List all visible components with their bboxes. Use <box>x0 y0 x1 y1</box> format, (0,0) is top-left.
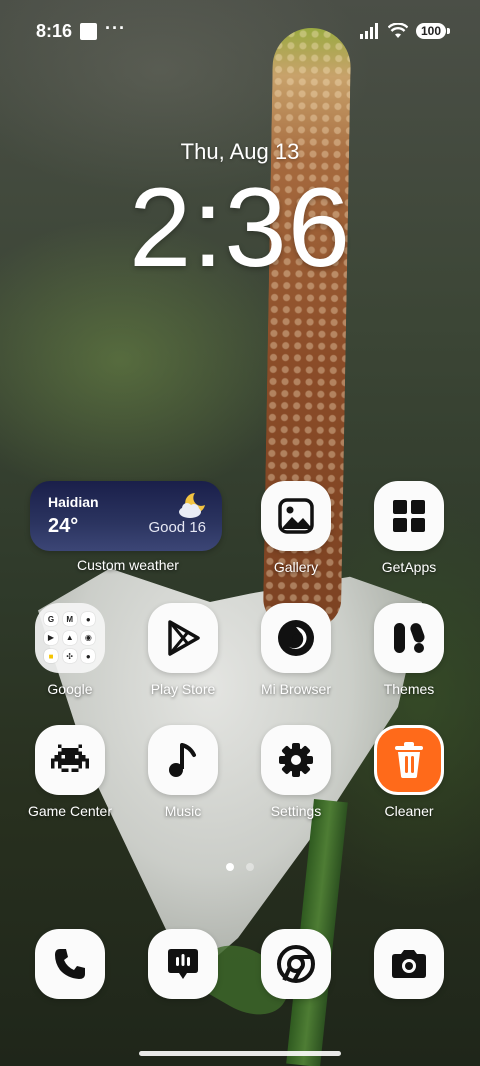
weather-widget-label: Custom weather <box>77 557 179 573</box>
gmail-icon: M <box>62 612 77 626</box>
app-game-center[interactable]: Game Center <box>10 725 130 819</box>
google-folder-icon: G M ● ▶ ▲ ◉ ■ ✣ ● <box>35 603 105 673</box>
battery-indicator: 100 <box>415 23 451 39</box>
app-label: Google <box>47 681 93 697</box>
app-label: Play Store <box>150 681 216 697</box>
app-label: Music <box>164 803 202 819</box>
app-label: Gallery <box>273 559 319 575</box>
status-bar: 8:16 ··· 100 <box>36 17 451 44</box>
app-gallery[interactable]: Gallery <box>236 481 356 575</box>
settings-icon <box>261 725 331 795</box>
app-label: GetApps <box>381 559 437 575</box>
dock-phone[interactable] <box>10 929 130 999</box>
clock-date[interactable]: Thu, Aug 13 <box>0 139 480 165</box>
drive-icon: ▲ <box>62 630 77 645</box>
gallery-icon <box>261 481 331 551</box>
play-store-icon <box>148 603 218 673</box>
dock-camera[interactable] <box>349 929 469 999</box>
partly-cloudy-night-icon <box>179 493 205 518</box>
status-time: 8:16 <box>36 20 73 41</box>
weather-widget[interactable]: Haidian 24° Good 16 <box>30 481 222 551</box>
play-movies-icon: ◉ <box>81 630 96 645</box>
page-dot[interactable] <box>246 863 254 871</box>
app-mi-browser[interactable]: Mi Browser <box>236 603 356 697</box>
app-getapps[interactable]: GetApps <box>349 481 469 575</box>
app-label: Settings <box>270 803 322 819</box>
folder-google[interactable]: G M ● ▶ ▲ ◉ ■ ✣ ● Google <box>10 603 130 697</box>
app-music[interactable]: Music <box>123 725 243 819</box>
more-notifications-icon: ··· <box>105 17 127 38</box>
gesture-navigation-handle[interactable] <box>139 1051 341 1056</box>
weather-city: Haidian <box>48 494 99 510</box>
page-indicator <box>0 863 480 871</box>
chrome-icon <box>261 929 331 999</box>
dock-chrome[interactable] <box>236 929 356 999</box>
google-g-icon: G <box>44 612 58 626</box>
camera-icon <box>374 929 444 999</box>
photos-icon: ✣ <box>62 649 77 664</box>
signal-icon <box>359 23 378 39</box>
weather-air-quality: Good 16 <box>148 519 206 536</box>
messages-icon <box>148 929 218 999</box>
clock-time[interactable]: 2:36 <box>0 168 480 288</box>
game-center-icon <box>35 725 105 795</box>
weather-temperature: 24° <box>48 515 79 537</box>
themes-icon <box>374 603 444 673</box>
app-label: Cleaner <box>384 803 434 819</box>
app-cleaner[interactable]: Cleaner <box>349 725 469 819</box>
wifi-icon <box>387 23 408 38</box>
getapps-icon <box>374 481 444 551</box>
assistant-mic-icon: ● <box>81 612 96 626</box>
page-dot-active[interactable] <box>226 863 234 871</box>
app-play-store[interactable]: Play Store <box>123 603 243 697</box>
app-label: Mi Browser <box>260 681 331 697</box>
meet-icon: ■ <box>44 649 58 664</box>
mi-browser-icon <box>261 603 331 673</box>
app-label: Themes <box>383 681 435 697</box>
app-label: Game Center <box>27 803 113 819</box>
dock-messages[interactable] <box>123 929 243 999</box>
phone-icon <box>35 929 105 999</box>
youtube-icon: ▶ <box>44 630 58 645</box>
cleaner-icon <box>374 725 444 795</box>
app-themes[interactable]: Themes <box>349 603 469 697</box>
music-icon <box>148 725 218 795</box>
notification-icon <box>80 22 98 40</box>
contacts-icon: ● <box>81 649 96 664</box>
app-settings[interactable]: Settings <box>236 725 356 819</box>
